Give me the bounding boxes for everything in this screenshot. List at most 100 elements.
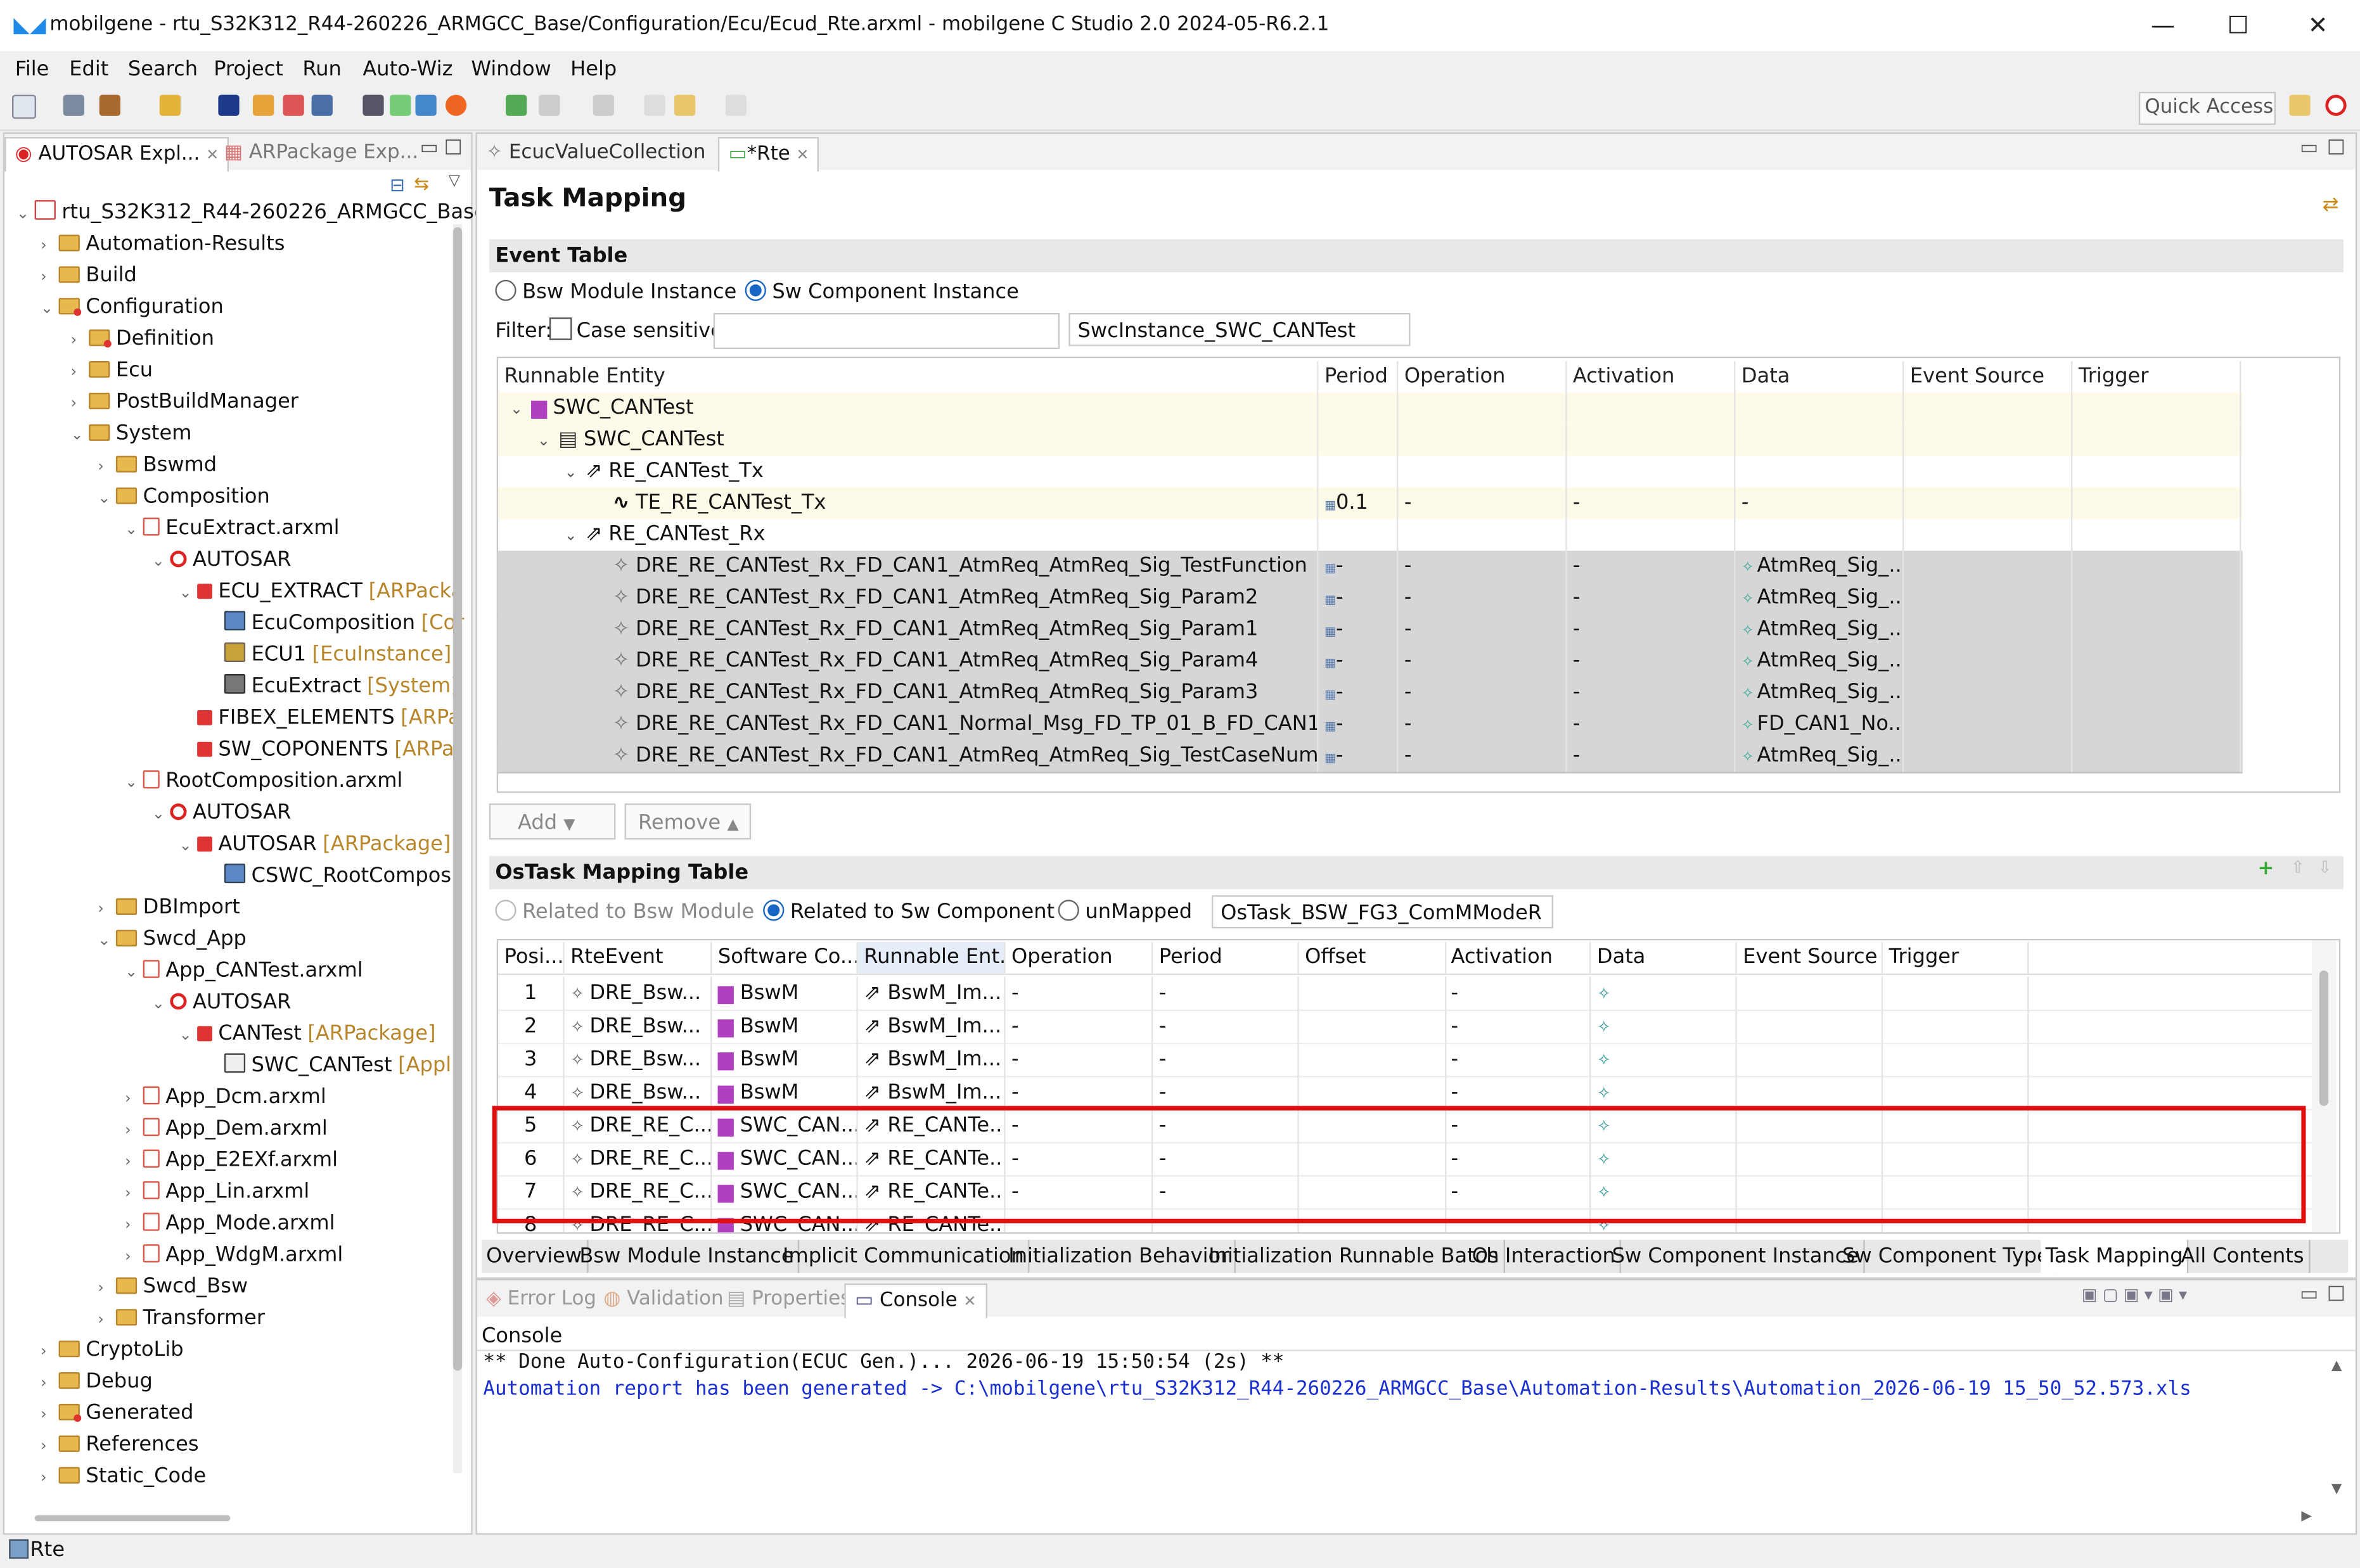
- table-row[interactable]: ✧ DRE_RE_CANTest_Rx_FD_CAN1_AtmReq_AtmReq…: [498, 614, 2243, 647]
- page-tab[interactable]: Initialization Runnable Batch: [1204, 1240, 1506, 1273]
- page-tab[interactable]: Os Interaction: [1468, 1240, 1622, 1273]
- scissors-icon[interactable]: [415, 94, 437, 116]
- chevron-right-icon[interactable]: ›: [98, 452, 116, 483]
- scrollbar-thumb[interactable]: [2319, 970, 2329, 1106]
- chevron-down-icon[interactable]: ⌄: [125, 514, 143, 546]
- tree-item[interactable]: ⌄ Configuration: [41, 292, 229, 324]
- chevron-down-icon[interactable]: ⌄: [125, 767, 143, 799]
- chevron-right-icon[interactable]: ›: [125, 1210, 143, 1242]
- chevron-right-icon[interactable]: ›: [125, 1241, 143, 1273]
- new-icon[interactable]: [12, 94, 36, 119]
- chevron-right-icon[interactable]: ›: [98, 1304, 116, 1336]
- tree-item[interactable]: SWC_CANTest [Appli: [206, 1050, 457, 1082]
- save-icon[interactable]: [63, 94, 84, 116]
- minimize-icon[interactable]: ▭: [2300, 137, 2318, 160]
- tab-error-log[interactable]: ◈ Error Log: [477, 1284, 605, 1316]
- chevron-down-icon[interactable]: ⌄: [125, 957, 143, 989]
- scroll-up-icon[interactable]: ▲: [2331, 1359, 2342, 1374]
- add-mapping-icon[interactable]: +: [2258, 858, 2274, 881]
- column-header[interactable]: Runnable Entity: [498, 361, 1319, 393]
- menu-help[interactable]: Help: [570, 57, 617, 81]
- chevron-down-icon[interactable]: ⌄: [98, 483, 116, 514]
- chevron-down-icon[interactable]: ⌄: [152, 988, 170, 1020]
- page-tab[interactable]: Implicit Communication: [778, 1240, 1030, 1273]
- column-header[interactable]: Event Source: [1904, 361, 2073, 393]
- chevron-right-icon[interactable]: ›: [125, 1083, 143, 1115]
- column-header[interactable]: Trigger: [1883, 941, 2029, 974]
- back-history-icon[interactable]: [644, 94, 665, 116]
- tree-item[interactable]: › Build: [41, 260, 143, 292]
- chevron-right-icon[interactable]: ›: [41, 1463, 59, 1495]
- chevron-down-icon[interactable]: ⌄: [152, 799, 170, 831]
- minimize-icon[interactable]: ▭: [420, 137, 439, 160]
- column-header[interactable]: Runnable Ent...: [857, 941, 1006, 974]
- box-icon[interactable]: [390, 94, 411, 116]
- menu-file[interactable]: File: [15, 57, 49, 81]
- chevron-right-icon[interactable]: ›: [71, 357, 89, 388]
- column-header[interactable]: RteEvent: [565, 941, 712, 974]
- tree-item[interactable]: FIBEX_ELEMENTS [ARPa: [179, 703, 461, 734]
- forward-arrow-icon[interactable]: [725, 94, 747, 116]
- back-arrow-icon[interactable]: [674, 94, 696, 116]
- table-row[interactable]: 1 ✧ DRE_Bsw... ▆ BswM ⇗ BswM_Im... - - - ✧: [498, 976, 2312, 1011]
- tree-item[interactable]: ⌄ Swcd_App: [98, 924, 252, 955]
- column-header[interactable]: Operation: [1398, 361, 1567, 393]
- tree-item[interactable]: › CryptoLib: [41, 1335, 189, 1367]
- table-row[interactable]: ⌄ ▤ SWC_CANTest: [498, 424, 2243, 456]
- table-row[interactable]: ∿ TE_RE_CANTest_Tx ▦0.1- - -: [498, 487, 2243, 519]
- page-tab[interactable]: Sw Component Type: [1838, 1240, 2056, 1273]
- chevron-right-icon[interactable]: ›: [41, 1368, 59, 1399]
- tree-item[interactable]: ⌄ RootComposition.arxml: [125, 766, 409, 798]
- tree-item[interactable]: ⌄ AUTOSAR: [152, 987, 297, 1019]
- chevron-down-icon[interactable]: ⌄: [41, 293, 59, 325]
- menu-search[interactable]: Search: [128, 57, 198, 81]
- chevron-right-icon[interactable]: ›: [125, 1178, 143, 1210]
- quick-access-input[interactable]: Quick Access: [2138, 91, 2276, 125]
- filter-input[interactable]: [713, 313, 1060, 349]
- table-row[interactable]: ✧ DRE_RE_CANTest_Rx_FD_CAN1_Normal_Msg_FD…: [498, 708, 2243, 742]
- tree-item[interactable]: ECU1 [EcuInstance]: [206, 639, 451, 671]
- tree-item[interactable]: ⌄ ECU_EXTRACT [ARPacka: [179, 577, 464, 608]
- alert-icon[interactable]: [446, 94, 467, 116]
- close-icon[interactable]: ✕: [797, 148, 809, 164]
- chevron-down-icon[interactable]: ⌄: [179, 578, 198, 609]
- chevron-right-icon[interactable]: ›: [41, 1399, 59, 1431]
- tree-item[interactable]: ⌄ EcuExtract.arxml: [125, 513, 345, 545]
- table-row[interactable]: 2 ✧ DRE_Bsw... ▆ BswM ⇗ BswM_Im... - - - ✧: [498, 1009, 2312, 1045]
- chevron-right-icon[interactable]: ›: [71, 325, 89, 357]
- tree-item[interactable]: ⌄ CANTest [ARPackage]: [179, 1019, 436, 1050]
- tab-console[interactable]: ▭ Console ✕: [844, 1283, 987, 1318]
- close-icon[interactable]: ✕: [963, 1294, 976, 1311]
- close-button[interactable]: ✕: [2288, 6, 2348, 46]
- radio-bsw-module-instance[interactable]: Bsw Module Instance: [495, 279, 736, 304]
- ostask-scrollbar[interactable]: [2312, 940, 2336, 1233]
- autosar-perspective-icon[interactable]: [2325, 94, 2347, 116]
- maximize-icon[interactable]: □: [2327, 136, 2345, 158]
- scroll-right-icon[interactable]: ▶: [2301, 1509, 2311, 1524]
- table-row[interactable]: 3 ✧ DRE_Bsw... ▆ BswM ⇗ BswM_Im... - - - ✧: [498, 1042, 2312, 1078]
- tree-item[interactable]: › Transformer: [98, 1303, 271, 1335]
- table-row[interactable]: ⌄ ▆ SWC_CANTest: [498, 392, 2243, 424]
- chevron-right-icon[interactable]: ›: [41, 230, 59, 262]
- chevron-right-icon[interactable]: ›: [71, 388, 89, 420]
- table-row[interactable]: ✧ DRE_RE_CANTest_Rx_FD_CAN1_AtmReq_AtmReq…: [498, 677, 2243, 710]
- chevron-down-icon[interactable]: ⌄: [179, 1020, 198, 1052]
- menu-project[interactable]: Project: [214, 57, 283, 81]
- tree-item[interactable]: › DBImport: [98, 892, 246, 924]
- scroll-down-icon[interactable]: ▼: [2331, 1482, 2342, 1497]
- tree-item[interactable]: SW_COPONENTS [ARPa: [179, 734, 454, 766]
- page-tab[interactable]: Initialization Behavior: [1004, 1240, 1235, 1273]
- table-row[interactable]: ✧ DRE_RE_CANTest_Rx_FD_CAN1_AtmReq_AtmReq…: [498, 551, 2243, 584]
- column-header[interactable]: Software Co...: [712, 941, 858, 974]
- chevron-down-icon[interactable]: ⌄: [565, 457, 586, 488]
- wizard-icon[interactable]: [159, 94, 181, 116]
- view-menu-icon[interactable]: ▽: [449, 173, 460, 189]
- tab-autosar-explorer[interactable]: ◉ AUTOSAR Expl... ✕: [4, 137, 229, 172]
- link-icon[interactable]: [506, 94, 527, 116]
- menu-autowiz[interactable]: Auto-Wiz: [362, 57, 452, 81]
- ostask-combo[interactable]: OsTask_BSW_FG3_ComMModeR: [1211, 895, 1553, 929]
- tree-item[interactable]: › Ecu: [71, 355, 159, 387]
- maximize-icon[interactable]: □: [2327, 1282, 2345, 1305]
- add-button[interactable]: Add ▼: [489, 803, 616, 840]
- column-header[interactable]: Activation: [1445, 941, 1591, 974]
